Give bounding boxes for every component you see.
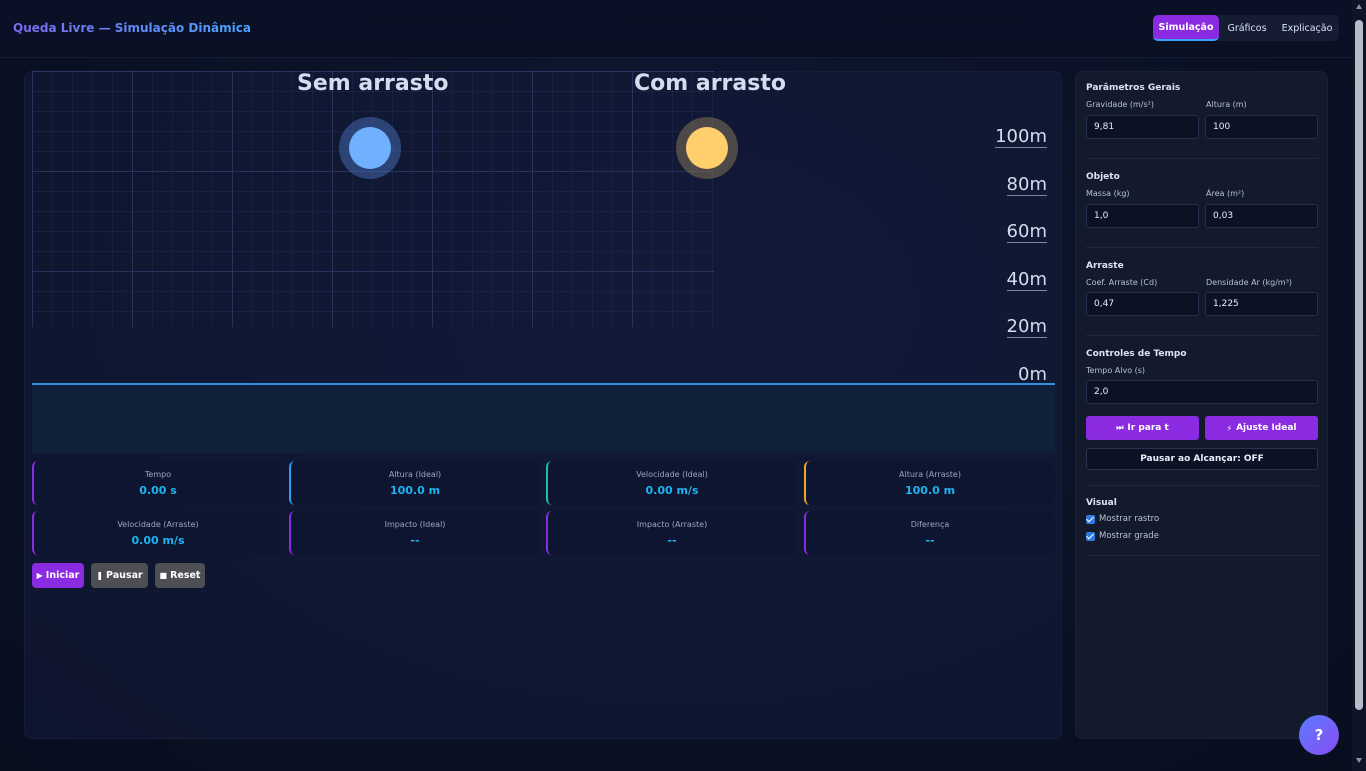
- stat-label: Velocidade (Arraste): [117, 520, 199, 529]
- stat-value: 0.00 m/s: [645, 484, 699, 497]
- air-density-label: Densidade Ar (kg/m³): [1206, 278, 1293, 287]
- stat-value: 100.0 m: [904, 484, 956, 497]
- stat-label: Impacto (Ideal): [384, 520, 446, 529]
- stat-value: 100.0 m: [389, 484, 441, 497]
- mass-input[interactable]: 1,0: [1086, 204, 1199, 228]
- show-grid-label: Mostrar grade: [1099, 531, 1159, 541]
- height-input[interactable]: 100: [1205, 115, 1318, 139]
- pause-label: Pausar: [106, 570, 143, 581]
- section-title-visual: Visual: [1086, 498, 1117, 508]
- scale-label-100: 100m: [995, 126, 1047, 148]
- ideal-fit-label: Ajuste Ideal: [1236, 423, 1297, 433]
- show-trail-label: Mostrar rastro: [1099, 514, 1160, 524]
- goto-time-button[interactable]: ⏭ Ir para t: [1086, 416, 1199, 440]
- start-label: Iniciar: [45, 570, 80, 581]
- height-label: Altura (m): [1206, 100, 1247, 109]
- stat-tempo: Tempo 0.00 s: [32, 461, 282, 505]
- stat-velocidade-arraste: Velocidade (Arraste) 0.00 m/s: [32, 511, 282, 555]
- area-label: Área (m²): [1206, 189, 1245, 198]
- scroll-down-icon[interactable]: [1356, 758, 1362, 763]
- air-density-input[interactable]: 1,225: [1205, 292, 1318, 316]
- scale-label-40: 40m: [1006, 269, 1047, 291]
- divider: [1086, 485, 1318, 486]
- target-time-label: Tempo Alvo (s): [1086, 366, 1146, 375]
- cd-input[interactable]: 0,47: [1086, 292, 1199, 316]
- gravity-input[interactable]: 9,81: [1086, 115, 1199, 139]
- stat-diferenca: Diferença --: [804, 511, 1054, 555]
- tab-graficos[interactable]: Gráficos: [1219, 15, 1275, 41]
- target-time-input[interactable]: 2,0: [1086, 380, 1318, 404]
- goto-time-label: Ir para t: [1127, 423, 1169, 433]
- ground: [32, 385, 1055, 453]
- divider: [1086, 335, 1318, 336]
- stat-value: --: [410, 534, 420, 547]
- parameters-sidebar: Parâmetros Gerais Gravidade (m/s²) 9,81 …: [1075, 71, 1328, 739]
- stat-velocidade-ideal: Velocidade (Ideal) 0.00 m/s: [546, 461, 796, 505]
- divider: [1086, 247, 1318, 248]
- show-grid-checkbox[interactable]: Mostrar grade: [1086, 531, 1159, 541]
- area-input[interactable]: 0,03: [1205, 204, 1318, 228]
- lightning-icon: ⚡: [1226, 423, 1233, 433]
- stat-label: Velocidade (Ideal): [636, 470, 708, 479]
- ball-ideal: [339, 117, 401, 179]
- stat-value: --: [925, 534, 935, 547]
- tab-explicacao[interactable]: Explicação: [1275, 15, 1339, 41]
- header: Queda Livre — Simulação Dinâmica Simulaç…: [0, 0, 1352, 58]
- gravity-label: Gravidade (m/s²): [1086, 100, 1154, 109]
- play-icon: ▶: [36, 571, 43, 580]
- pause-icon: ❚: [96, 571, 104, 580]
- scale-label-60: 60m: [1006, 221, 1047, 243]
- pause-button[interactable]: ❚ Pausar: [91, 563, 148, 588]
- app-root: Queda Livre — Simulação Dinâmica Simulaç…: [0, 0, 1366, 771]
- ball-drag: [676, 117, 738, 179]
- title-no-drag: Sem arrasto: [297, 71, 449, 96]
- stat-value: 0.00 s: [139, 484, 177, 497]
- ideal-fit-button[interactable]: ⚡ Ajuste Ideal: [1205, 416, 1318, 440]
- stat-label: Diferença: [910, 520, 950, 529]
- section-title-object: Objeto: [1086, 172, 1120, 182]
- stat-value: 0.00 m/s: [131, 534, 185, 547]
- checkbox-checked-icon[interactable]: [1086, 531, 1095, 541]
- app-title: Queda Livre — Simulação Dinâmica: [13, 21, 251, 35]
- stat-impacto-ideal: Impacto (Ideal) --: [289, 511, 539, 555]
- mass-label: Massa (kg): [1086, 189, 1130, 198]
- stop-icon: ■: [159, 571, 168, 580]
- cd-label: Coef. Arraste (Cd): [1086, 278, 1158, 287]
- stat-altura-arraste: Altura (Arraste) 100.0 m: [804, 461, 1054, 505]
- stat-label: Impacto (Arraste): [636, 520, 708, 529]
- scale-label-20: 20m: [1006, 316, 1047, 338]
- section-title-drag: Arraste: [1086, 261, 1124, 271]
- divider: [1086, 158, 1318, 159]
- stat-label: Altura (Ideal): [388, 470, 442, 479]
- scroll-up-icon[interactable]: [1356, 4, 1362, 9]
- scroll-thumb[interactable]: [1355, 20, 1363, 710]
- scale-label-0: 0m: [1018, 364, 1047, 385]
- checkbox-checked-icon[interactable]: [1086, 514, 1095, 524]
- section-title-general: Parâmetros Gerais: [1086, 83, 1181, 93]
- show-trail-checkbox[interactable]: Mostrar rastro: [1086, 514, 1159, 524]
- skip-icon: ⏭: [1116, 423, 1124, 432]
- stat-label: Tempo: [144, 470, 172, 479]
- stat-value: --: [667, 534, 677, 547]
- pause-on-reach-toggle[interactable]: Pausar ao Alcançar: OFF: [1086, 448, 1318, 470]
- stat-impacto-arraste: Impacto (Arraste) --: [546, 511, 796, 555]
- scale-label-80: 80m: [1006, 174, 1047, 196]
- grid-major: [32, 71, 714, 327]
- help-button[interactable]: ?: [1299, 715, 1339, 755]
- reset-label: Reset: [170, 570, 201, 581]
- stat-altura-ideal: Altura (Ideal) 100.0 m: [289, 461, 539, 505]
- title-with-drag: Com arrasto: [634, 71, 786, 96]
- reset-button[interactable]: ■ Reset: [155, 563, 205, 588]
- start-button[interactable]: ▶ Iniciar: [32, 563, 84, 588]
- tab-simulacao[interactable]: Simulação: [1153, 15, 1219, 41]
- tab-bar: Simulação Gráficos Explicação: [1153, 15, 1339, 41]
- scrollbar[interactable]: [1352, 0, 1366, 771]
- section-title-time: Controles de Tempo: [1086, 349, 1187, 359]
- stat-label: Altura (Arraste): [899, 470, 961, 479]
- divider: [1086, 555, 1318, 556]
